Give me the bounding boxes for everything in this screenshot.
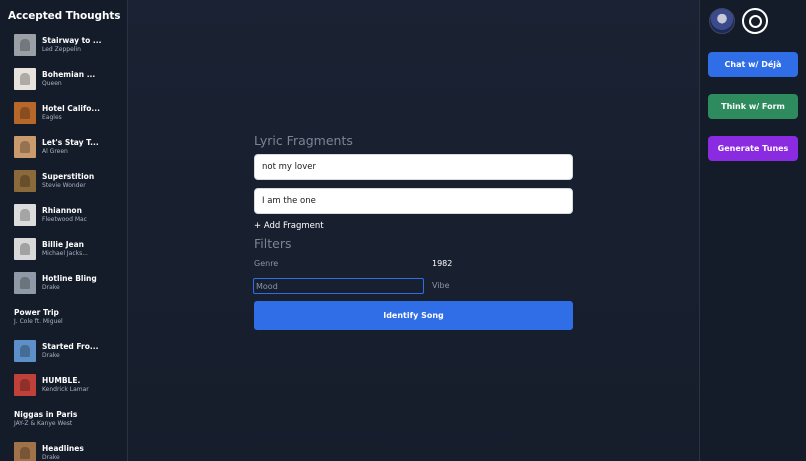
song-item[interactable]: Headlines Drake bbox=[0, 436, 127, 461]
song-title: Power Trip bbox=[14, 308, 59, 317]
song-item[interactable]: Hotline Bling Drake bbox=[0, 266, 127, 300]
album-art-thumbnail bbox=[14, 170, 36, 192]
genre-field[interactable]: Genre bbox=[254, 259, 278, 268]
song-artist: Michael Jacks... bbox=[42, 250, 88, 257]
song-artist: Eagles bbox=[42, 114, 62, 121]
song-item[interactable]: Bohemian ... Queen bbox=[0, 62, 127, 96]
song-artist: Queen bbox=[42, 80, 62, 87]
song-text: Headlines Drake bbox=[42, 444, 84, 461]
album-art-thumbnail bbox=[14, 238, 36, 260]
album-art-thumbnail bbox=[14, 136, 36, 158]
song-list: Stairway to ... Led Zeppelin Bohemian ... Q… bbox=[0, 28, 127, 461]
song-title: HUMBLE. bbox=[42, 376, 81, 385]
song-text: Hotel Califo... Eagles bbox=[42, 104, 100, 122]
right-panel: Chat w/ Déjà Think w/ Form Generate Tune… bbox=[699, 0, 806, 461]
main-panel: Lyric Fragments + Add Fragment Filters G… bbox=[128, 0, 699, 461]
song-text: Started Fro... Drake bbox=[42, 342, 98, 360]
generate-tunes-button[interactable]: Generate Tunes bbox=[708, 136, 798, 161]
song-artist: Drake bbox=[42, 284, 60, 291]
song-title: Stairway to ... bbox=[42, 36, 102, 45]
song-artist: JAY-Z & Kanye West bbox=[14, 420, 73, 427]
song-title: Started Fro... bbox=[42, 342, 99, 351]
album-art-thumbnail bbox=[14, 340, 36, 362]
song-artist: J. Cole ft. Miguel bbox=[14, 318, 63, 325]
song-title: Niggas in Paris bbox=[14, 410, 78, 419]
song-artist: Drake bbox=[42, 352, 60, 359]
song-text: Superstition Stevie Wonder bbox=[42, 172, 94, 190]
song-item[interactable]: Rhiannon Fleetwood Mac bbox=[0, 198, 127, 232]
song-text: Stairway to ... Led Zeppelin bbox=[42, 36, 101, 54]
song-item[interactable]: Niggas in Paris JAY-Z & Kanye West bbox=[0, 402, 127, 436]
mood-input[interactable] bbox=[253, 278, 424, 294]
song-title: Hotel Califo... bbox=[42, 104, 100, 113]
vibe-field[interactable]: Vibe bbox=[432, 281, 450, 290]
song-text: Let's Stay T... Al Green bbox=[42, 138, 99, 156]
song-title: Rhiannon bbox=[42, 206, 82, 215]
song-text: HUMBLE. Kendrick Lamar bbox=[42, 376, 89, 394]
song-item[interactable]: Power Trip J. Cole ft. Miguel bbox=[0, 300, 127, 334]
song-item[interactable]: HUMBLE. Kendrick Lamar bbox=[0, 368, 127, 402]
song-artist: Led Zeppelin bbox=[42, 46, 81, 53]
song-artist: Drake bbox=[42, 454, 60, 461]
song-text: Billie Jean Michael Jacks... bbox=[42, 240, 88, 258]
sidebar: Accepted Thoughts Stairway to ... Led Zep… bbox=[0, 0, 128, 461]
album-art-thumbnail bbox=[14, 34, 36, 56]
album-art-thumbnail bbox=[14, 272, 36, 294]
song-text: Power Trip J. Cole ft. Miguel bbox=[14, 308, 63, 326]
song-text: Rhiannon Fleetwood Mac bbox=[42, 206, 87, 224]
lyric-fragments-title: Lyric Fragments bbox=[254, 133, 353, 148]
song-item[interactable]: Started Fro... Drake bbox=[0, 334, 127, 368]
song-text: Bohemian ... Queen bbox=[42, 70, 95, 88]
song-title: Billie Jean bbox=[42, 240, 84, 249]
song-item[interactable]: Superstition Stevie Wonder bbox=[0, 164, 127, 198]
song-artist: Kendrick Lamar bbox=[42, 386, 89, 393]
song-title: Bohemian ... bbox=[42, 70, 96, 79]
song-item[interactable]: Stairway to ... Led Zeppelin bbox=[0, 28, 127, 62]
song-text: Niggas in Paris JAY-Z & Kanye West bbox=[14, 410, 77, 428]
song-artist: Stevie Wonder bbox=[42, 182, 86, 189]
fragment-input-2[interactable] bbox=[254, 188, 573, 214]
song-title: Let's Stay T... bbox=[42, 138, 99, 147]
song-artist: Al Green bbox=[42, 148, 68, 155]
vinyl-record-icon[interactable] bbox=[742, 8, 768, 34]
song-item[interactable]: Let's Stay T... Al Green bbox=[0, 130, 127, 164]
chat-button[interactable]: Chat w/ Déjà bbox=[708, 52, 798, 77]
think-button[interactable]: Think w/ Form bbox=[708, 94, 798, 119]
album-art-thumbnail bbox=[14, 374, 36, 396]
song-title: Headlines bbox=[42, 444, 84, 453]
album-art-thumbnail bbox=[14, 102, 36, 124]
fragment-input-1[interactable] bbox=[254, 154, 573, 180]
album-art-thumbnail bbox=[14, 68, 36, 90]
song-title: Hotline Bling bbox=[42, 274, 97, 283]
album-art-thumbnail bbox=[14, 204, 36, 226]
year-field[interactable]: 1982 bbox=[432, 259, 452, 268]
album-art-thumbnail bbox=[14, 442, 36, 461]
add-fragment-button[interactable]: + Add Fragment bbox=[254, 221, 324, 231]
filters-title: Filters bbox=[254, 236, 292, 251]
song-artist: Fleetwood Mac bbox=[42, 216, 87, 223]
song-item[interactable]: Hotel Califo... Eagles bbox=[0, 96, 127, 130]
song-item[interactable]: Billie Jean Michael Jacks... bbox=[0, 232, 127, 266]
user-avatar[interactable] bbox=[709, 8, 735, 34]
song-text: Hotline Bling Drake bbox=[42, 274, 97, 292]
sidebar-title: Accepted Thoughts bbox=[8, 10, 121, 22]
identify-song-button[interactable]: Identify Song bbox=[254, 301, 573, 330]
song-title: Superstition bbox=[42, 172, 95, 181]
